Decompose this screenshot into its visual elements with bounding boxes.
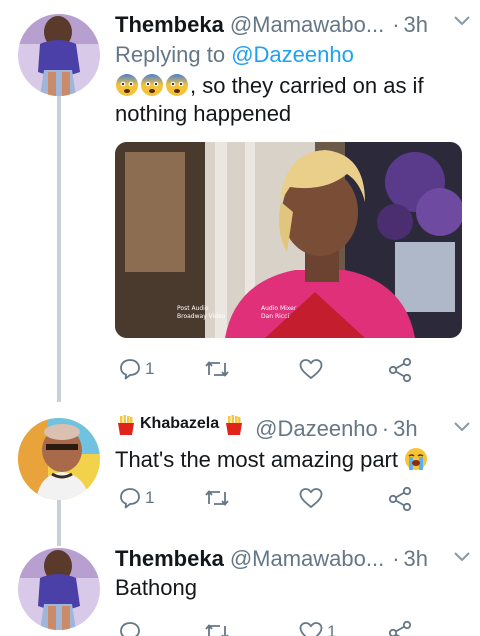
retweet-button[interactable]: [203, 620, 234, 636]
tweet[interactable]: Thembeka @Mamawabo... · 3h Replying to @…: [0, 0, 480, 400]
tweet-header: Khabazela @Dazeenho · 3h: [115, 414, 466, 442]
tweet-media-image[interactable]: Post Audio Broadway Video Audio Mixer Da…: [115, 142, 462, 338]
tweet-text: , so they carried on as if nothing happe…: [115, 72, 466, 128]
media-caption: Audio Mixer: [261, 305, 297, 312]
loudly-crying-face-emoji-icon: [404, 447, 428, 471]
fearful-face-emoji-icon: [165, 73, 189, 97]
like-button[interactable]: [298, 486, 327, 510]
tweet-header: Thembeka @Mamawabo... · 3h: [115, 546, 466, 572]
like-button[interactable]: 1: [298, 620, 336, 636]
retweet-icon: [205, 490, 229, 506]
author-name[interactable]: Khabazela: [140, 414, 219, 434]
separator: ·: [392, 546, 400, 571]
tweet-actions: 1: [115, 357, 415, 387]
chevron-down-icon[interactable]: [452, 420, 472, 439]
separator: ·: [381, 416, 390, 441]
share-icon: [388, 357, 412, 383]
fearful-face-emoji-icon: [115, 73, 139, 97]
share-button[interactable]: [387, 357, 413, 383]
timestamp[interactable]: 3h: [404, 546, 428, 572]
heart-icon: [299, 622, 323, 636]
french-fries-emoji-icon: [223, 414, 245, 436]
tweet-actions: 1: [115, 486, 415, 516]
timestamp[interactable]: 3h: [404, 12, 428, 38]
reply-button[interactable]: 1: [118, 357, 154, 381]
chevron-down-icon[interactable]: [452, 550, 472, 569]
share-button[interactable]: [387, 620, 413, 636]
like-button[interactable]: [298, 357, 327, 381]
media-caption: Post Audio: [177, 305, 209, 312]
reply-count: 1: [145, 488, 155, 507]
tweet-text: Bathong: [115, 574, 466, 602]
reply-count: 1: [145, 359, 155, 378]
fearful-face-emoji-icon: [140, 73, 164, 97]
tweet-text-line: nothing happened: [115, 101, 292, 126]
tweet-actions: 1: [115, 620, 415, 636]
media-caption: Dan Ricci: [261, 313, 289, 320]
heart-icon: [299, 488, 323, 508]
avatar[interactable]: [18, 14, 100, 96]
author-handle: @Mamawabo...: [229, 546, 385, 571]
mention-link[interactable]: @Dazeenho: [231, 42, 354, 67]
retweet-icon: [205, 361, 229, 377]
media-caption: Broadway Video: [177, 313, 226, 320]
share-icon: [388, 486, 412, 512]
chevron-down-icon[interactable]: [452, 14, 472, 33]
reply-icon: [120, 488, 140, 509]
timestamp[interactable]: 3h: [393, 416, 417, 442]
tweet-text: That's the most amazing part: [115, 446, 466, 474]
tweet-text-line: That's the most amazing part: [115, 447, 398, 472]
tweet-content: Khabazela @Dazeenho · 3h That's the most…: [115, 414, 466, 474]
replying-to: Replying to @Dazeenho: [115, 42, 466, 68]
tweet-header: Thembeka @Mamawabo... · 3h: [115, 12, 466, 38]
reply-icon: [120, 359, 140, 380]
reply-button[interactable]: 1: [118, 486, 154, 510]
tweet-content: Thembeka @Mamawabo... · 3h Replying to @…: [115, 12, 466, 128]
heart-icon: [299, 359, 323, 379]
author-handle: @Mamawabo...: [229, 12, 385, 37]
retweet-icon: [205, 624, 229, 636]
tweet-text-line: , so they carried on as if: [190, 73, 424, 98]
author-name[interactable]: Thembeka: [115, 12, 224, 38]
tweet-text-line: Bathong: [115, 575, 197, 600]
retweet-button[interactable]: [203, 486, 234, 510]
like-count: 1: [327, 622, 337, 636]
share-icon: [388, 620, 412, 636]
replying-to-label: Replying to: [115, 42, 226, 67]
tweet-content: Thembeka @Mamawabo... · 3h Bathong: [115, 546, 466, 602]
retweet-button[interactable]: [203, 357, 234, 381]
tweet[interactable]: Khabazela @Dazeenho · 3h That's the most…: [0, 404, 480, 532]
tweet[interactable]: Thembeka @Mamawabo... · 3h Bathong 1: [0, 536, 480, 636]
separator: ·: [392, 12, 400, 37]
author-name[interactable]: Thembeka: [115, 546, 224, 572]
avatar[interactable]: [18, 418, 100, 500]
reply-button[interactable]: [118, 620, 145, 636]
french-fries-emoji-icon: [115, 414, 137, 436]
avatar[interactable]: [18, 548, 100, 630]
author-handle: @Dazeenho: [255, 416, 378, 441]
reply-icon: [120, 622, 140, 636]
share-button[interactable]: [387, 486, 413, 512]
